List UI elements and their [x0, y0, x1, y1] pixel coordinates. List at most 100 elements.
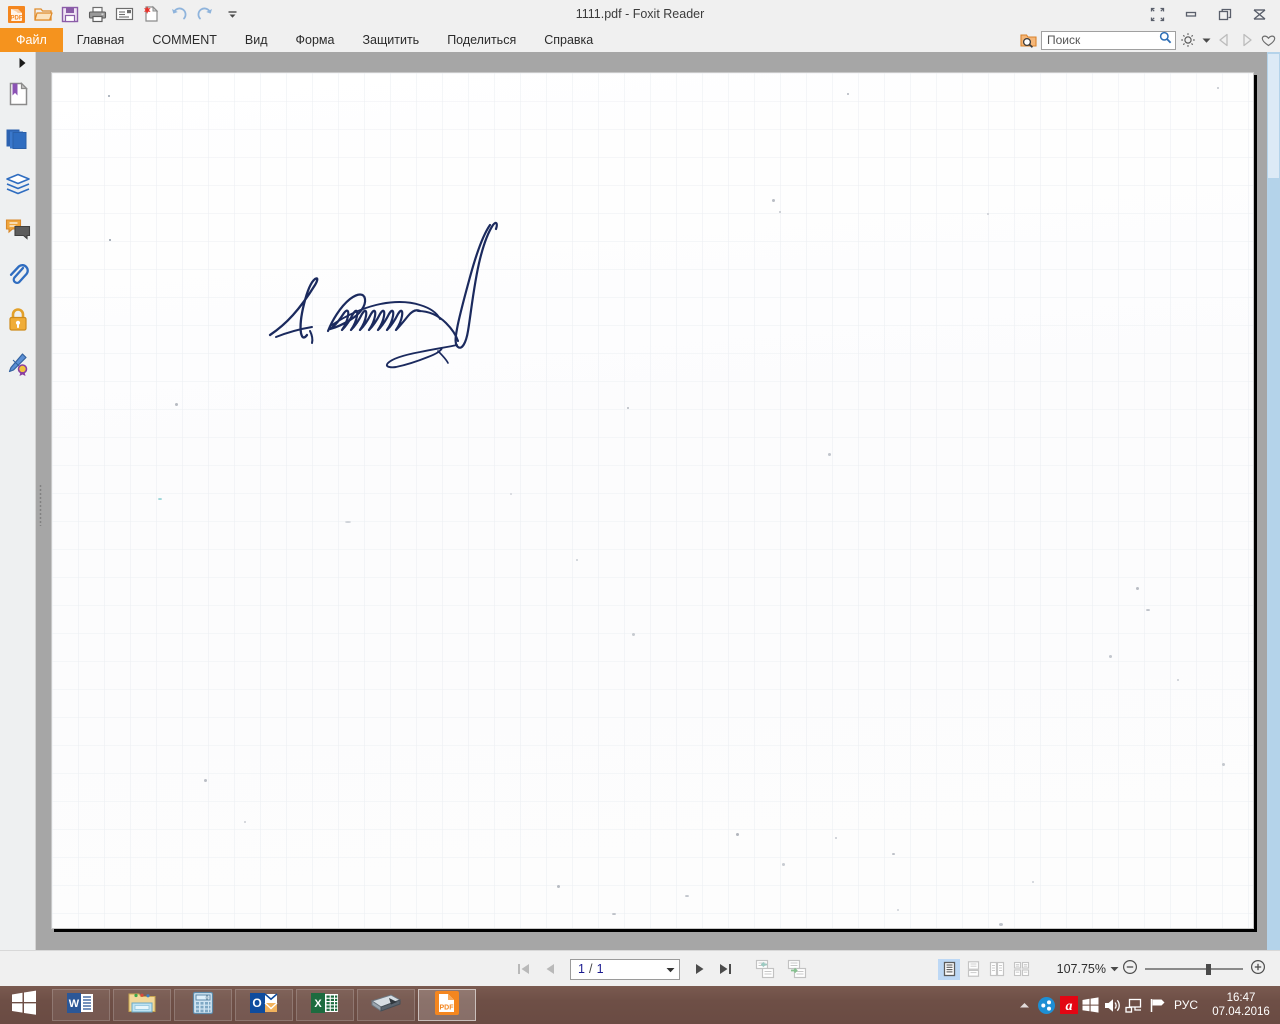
page-number-input[interactable]: 1 / 1 — [570, 958, 680, 980]
view-single-page[interactable] — [938, 958, 960, 980]
search-magnifier-icon[interactable] — [1159, 31, 1172, 49]
menu-form[interactable]: Форма — [282, 28, 349, 52]
paperclip-icon — [7, 261, 29, 292]
redo-button[interactable] — [192, 2, 218, 26]
title-bar: PDF 1111.pdf - Foxit Reader — [0, 0, 1280, 28]
clock-time: 16:47 — [1226, 992, 1256, 1004]
menu-share[interactable]: Поделиться — [433, 28, 530, 52]
svg-text:X: X — [314, 998, 322, 1010]
advanced-search-icon[interactable] — [1019, 30, 1039, 50]
open-button[interactable] — [30, 2, 56, 26]
tray-action-center[interactable] — [1146, 986, 1168, 1024]
menu-file[interactable]: Файл — [0, 28, 63, 52]
taskbar-explorer[interactable] — [113, 989, 171, 1021]
sidebar-attachments[interactable] — [0, 254, 35, 299]
sidebar-bookmarks[interactable] — [0, 74, 35, 119]
bookmark-icon — [6, 81, 30, 112]
close-button[interactable] — [1242, 1, 1276, 27]
print-button[interactable] — [84, 2, 110, 26]
navigation-sidebar — [0, 52, 36, 950]
gear-icon[interactable] — [1178, 30, 1198, 50]
svg-text:O: O — [252, 996, 261, 1010]
taskbar-scanner[interactable] — [357, 989, 415, 1021]
zoom-slider[interactable] — [1145, 963, 1243, 975]
zoom-in-button[interactable] — [1250, 959, 1266, 980]
previous-view-button[interactable] — [752, 958, 778, 980]
customize-toolbar-button[interactable] — [219, 2, 245, 26]
last-page-button[interactable] — [716, 958, 736, 980]
comments-icon — [5, 218, 31, 245]
sidebar-pages[interactable] — [0, 119, 35, 164]
svg-text:PDF: PDF — [440, 1004, 455, 1011]
expand-arrow-icon[interactable] — [0, 52, 35, 74]
tray-bluetooth[interactable] — [1036, 986, 1058, 1024]
taskbar-calculator[interactable]: 0 — [174, 989, 232, 1021]
menu-protect[interactable]: Защитить — [348, 28, 433, 52]
sidebar-comments[interactable] — [0, 209, 35, 254]
sidebar-signatures[interactable] — [0, 344, 35, 389]
undo-button[interactable] — [165, 2, 191, 26]
language-indicator[interactable]: РУС — [1168, 998, 1208, 1012]
signature-pen-icon — [5, 352, 30, 382]
clock-date: 07.04.2016 — [1212, 1006, 1270, 1018]
save-button[interactable] — [57, 2, 83, 26]
tray-network[interactable] — [1124, 986, 1146, 1024]
document-view — [36, 52, 1280, 950]
maximize-button[interactable] — [1208, 1, 1242, 27]
view-facing[interactable] — [986, 959, 1008, 980]
menu-help[interactable]: Справка — [530, 28, 607, 52]
sidebar-layers[interactable] — [0, 164, 35, 209]
view-facing-continuous[interactable] — [1010, 959, 1032, 980]
settings-caret-icon[interactable] — [1200, 30, 1212, 50]
next-view-button[interactable] — [784, 958, 810, 980]
show-hidden-icons-button[interactable] — [1014, 986, 1036, 1024]
restore-fullscreen-button[interactable] — [1140, 1, 1174, 27]
view-continuous[interactable] — [962, 959, 984, 980]
email-button[interactable] — [111, 2, 137, 26]
sidebar-splitter-handle[interactable] — [37, 450, 44, 560]
page-dropdown-icon[interactable] — [666, 962, 675, 976]
vertical-scrollbar[interactable] — [1267, 52, 1280, 950]
zoom-level-value[interactable]: 107.75% — [1050, 962, 1106, 976]
menu-home[interactable]: Главная — [63, 28, 139, 52]
back-arrow-icon[interactable] — [1214, 30, 1234, 50]
taskbar-outlook[interactable]: O — [235, 989, 293, 1021]
excel-icon: X — [310, 991, 340, 1020]
foxit-logo[interactable]: PDF — [3, 2, 29, 26]
zoom-out-button[interactable] — [1122, 959, 1138, 980]
sidebar-security[interactable] — [0, 299, 35, 344]
quick-access-toolbar: PDF — [0, 2, 245, 26]
outlook-icon: O — [249, 991, 279, 1020]
first-page-button[interactable] — [514, 958, 534, 980]
tray-windows[interactable] — [1080, 986, 1102, 1024]
taskbar-word[interactable]: W — [52, 989, 110, 1021]
tray-antivirus[interactable]: a — [1058, 986, 1080, 1024]
search-input[interactable] — [1047, 33, 1159, 47]
search-box[interactable] — [1041, 30, 1176, 50]
previous-page-button[interactable] — [540, 958, 560, 980]
zoom-dropdown-icon[interactable] — [1106, 966, 1122, 972]
minimize-button[interactable] — [1174, 1, 1208, 27]
pdf-page-container — [51, 72, 1256, 932]
menu-view[interactable]: Вид — [231, 28, 282, 52]
taskbar-foxit[interactable]: PDF — [418, 989, 476, 1021]
vertical-scrollbar-thumb[interactable] — [1268, 54, 1279, 178]
splitter-grip — [39, 484, 42, 526]
tray-volume[interactable] — [1102, 986, 1124, 1024]
lock-icon — [7, 307, 29, 337]
heart-icon[interactable] — [1258, 30, 1278, 50]
page-thumbnails-icon — [5, 127, 30, 156]
clock[interactable]: 16:47 07.04.2016 — [1208, 991, 1280, 1019]
zoom-controls: 107.75% — [1050, 957, 1266, 981]
next-page-button[interactable] — [690, 958, 710, 980]
forward-arrow-icon[interactable] — [1236, 30, 1256, 50]
zoom-slider-knob[interactable] — [1206, 964, 1211, 975]
pdf-page[interactable] — [51, 72, 1254, 929]
pdf-logo-icon: PDF — [434, 990, 460, 1021]
menu-comment[interactable]: COMMENT — [138, 28, 231, 52]
taskbar-excel[interactable]: X — [296, 989, 354, 1021]
start-button[interactable] — [0, 986, 47, 1024]
handwritten-signature — [252, 213, 522, 373]
status-bar: 1 / 1 107.75% — [0, 950, 1280, 986]
create-pdf-button[interactable] — [138, 2, 164, 26]
